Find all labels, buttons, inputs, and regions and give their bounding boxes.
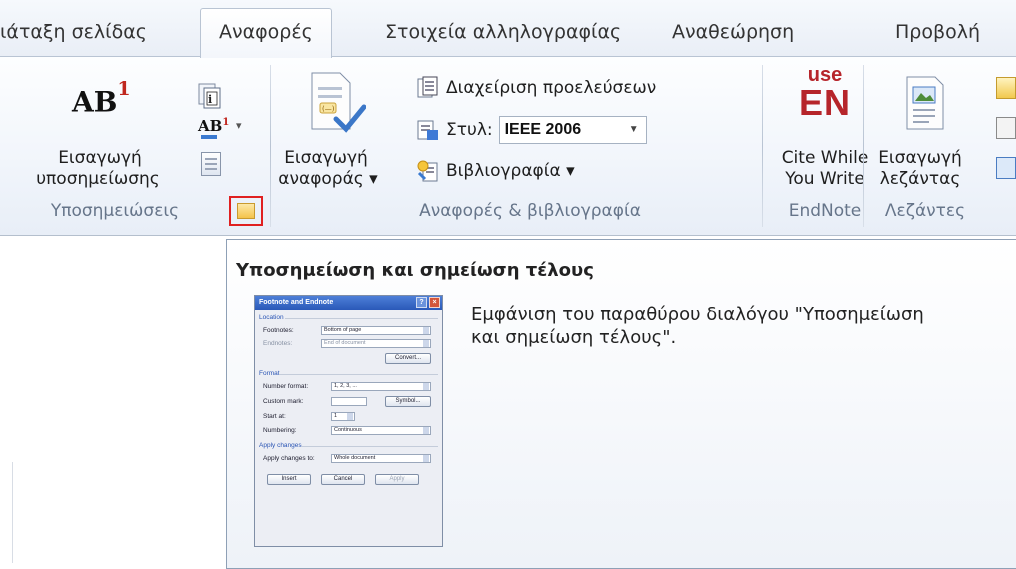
preview-insert-button: Insert	[267, 474, 311, 485]
bibliography-icon	[416, 159, 440, 183]
insert-table-of-figures-icon[interactable]	[996, 77, 1016, 99]
preview-apply-to-field: Whole document	[331, 454, 431, 463]
preview-apply-button: Apply	[375, 474, 419, 485]
svg-text:(—): (—)	[322, 105, 335, 113]
preview-endnotes-field: End of document	[321, 339, 431, 348]
endnote-logo-icon: use EN	[798, 64, 851, 123]
manage-sources-button[interactable]: Διαχείριση προελεύσεων	[416, 76, 656, 100]
preview-numbering-field: Continuous	[331, 426, 431, 435]
group-separator	[270, 65, 271, 227]
preview-endnotes-label: Endnotes:	[263, 340, 293, 347]
dialog-preview-title: Footnote and Endnote	[259, 299, 334, 306]
bibliography-label: Βιβλιογραφία ▾	[446, 161, 575, 181]
preview-custom-mark-field	[331, 397, 367, 406]
style-label: Στυλ:	[446, 120, 493, 140]
footnotes-group-label: Υποσημειώσεις	[50, 201, 180, 221]
dialog-preview-image: Footnote and Endnote ? × Location Footno…	[254, 295, 443, 547]
group-separator	[863, 65, 864, 227]
preview-location-label: Location	[259, 314, 284, 321]
tab-page-layout[interactable]: ιάταξη σελίδας	[0, 9, 147, 57]
insert-footnote-label-2: υποσημείωσης	[36, 169, 160, 189]
manage-sources-label: Διαχείριση προελεύσεων	[446, 78, 657, 98]
group-separator	[762, 65, 763, 227]
preview-format-label: Format	[259, 370, 280, 377]
preview-apply-to-label: Apply changes to:	[263, 455, 315, 462]
preview-symbol-button: Symbol...	[385, 396, 431, 407]
supertip-description: Εμφάνιση του παραθύρου διαλόγου "Υποσημε…	[471, 303, 1016, 349]
manage-sources-icon	[416, 76, 440, 100]
preview-number-format-label: Number format:	[263, 383, 309, 390]
preview-convert-button: Convert...	[385, 353, 431, 364]
divider	[301, 446, 438, 447]
preview-custom-mark-label: Custom mark:	[263, 398, 304, 405]
preview-numbering-label: Numbering:	[263, 427, 297, 434]
close-icon: ×	[429, 297, 440, 308]
preview-apply-changes-label: Apply changes	[259, 442, 302, 449]
captions-group-label: Λεζάντες	[884, 201, 966, 221]
show-notes-icon[interactable]	[201, 152, 221, 176]
insert-citation-label-1: Εισαγωγή	[284, 148, 368, 168]
preview-start-at-field: 1	[331, 412, 355, 421]
tab-review[interactable]: Αναθεώρηση	[672, 9, 794, 57]
citations-group-label: Αναφορές & βιβλιογραφία	[419, 201, 641, 221]
bibliography-button[interactable]: Βιβλιογραφία ▾	[416, 159, 575, 183]
supertip-description-line-2: και σημείωση τέλους".	[471, 327, 677, 348]
insert-caption-label-1: Εισαγωγή	[878, 148, 962, 168]
insert-citation-icon: (—)	[306, 71, 367, 133]
svg-text:i: i	[208, 93, 212, 106]
supertip-title: Υποσημείωση και σημείωση τέλους	[236, 260, 594, 281]
preview-footnotes-field: Bottom of page	[321, 326, 431, 335]
update-table-icon[interactable]	[996, 117, 1016, 139]
footnote-dialog-launcher[interactable]	[229, 196, 263, 226]
insert-footnote-label-1: Εισαγωγή	[58, 148, 142, 168]
insert-footnote-icon: AB1	[72, 78, 131, 119]
page-edge-divider	[12, 462, 13, 563]
preview-cancel-button: Cancel	[321, 474, 365, 485]
help-icon: ?	[416, 297, 427, 308]
dialog-preview-titlebar: Footnote and Endnote ? ×	[255, 296, 442, 310]
tab-view[interactable]: Προβολή	[895, 9, 980, 57]
style-dropdown-value: IEEE 2006	[504, 121, 582, 138]
style-dropdown[interactable]: IEEE 2006 ▼	[498, 116, 647, 144]
insert-endnote-icon[interactable]: i	[198, 83, 222, 109]
preview-number-format-field: 1, 2, 3, ...	[331, 382, 431, 391]
next-footnote-icon[interactable]: AB1 ▾	[198, 117, 248, 143]
supertip-description-line-1: Εμφάνιση του παραθύρου διαλόγου "Υποσημε…	[471, 304, 924, 325]
chevron-down-icon: ▼	[628, 124, 639, 135]
divider	[285, 318, 438, 319]
tab-mailings[interactable]: Στοιχεία αλληλογραφίας	[385, 9, 621, 57]
supertip-popup: Υποσημείωση και σημείωση τέλους Footnote…	[226, 239, 1016, 569]
tab-references[interactable]: Αναφορές	[200, 8, 332, 58]
insert-citation-label-2: αναφοράς ▾	[278, 169, 378, 189]
insert-caption-label-2: λεζάντας	[879, 169, 961, 189]
ribbon-tab-bar: ιάταξη σελίδας Αναφορές Στοιχεία αλληλογ…	[0, 0, 1016, 58]
preview-start-at-label: Start at:	[263, 413, 286, 420]
ribbon-panel: AB1 Εισαγωγή υποσημείωσης i AB1 ▾ Υποσημ…	[0, 56, 1016, 236]
preview-footnotes-label: Footnotes:	[263, 327, 294, 334]
insert-caption-icon	[903, 75, 947, 131]
cross-reference-icon[interactable]	[996, 157, 1016, 179]
style-icon	[416, 118, 440, 142]
dialog-launcher-icon	[237, 203, 255, 219]
style-selector: Στυλ: IEEE 2006 ▼	[416, 116, 647, 144]
divider	[279, 374, 438, 375]
